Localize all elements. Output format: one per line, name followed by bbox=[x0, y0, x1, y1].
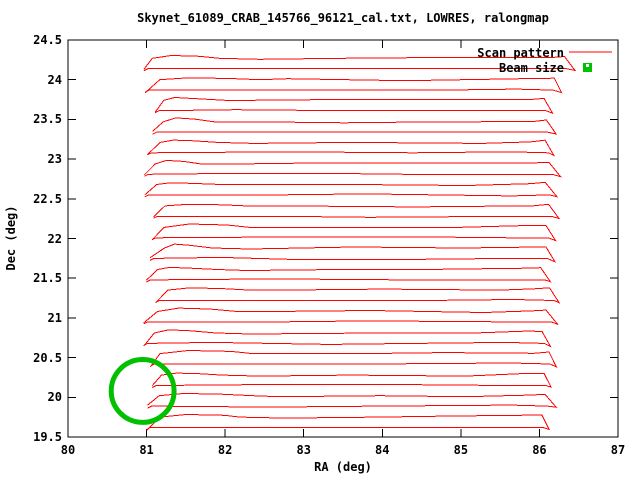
scan-pattern-path bbox=[144, 181, 559, 198]
scan-pattern-path bbox=[147, 392, 558, 409]
scan-pattern-path bbox=[143, 307, 560, 326]
scan-pattern-path bbox=[146, 266, 552, 283]
y-tick-label: 19.5 bbox=[33, 430, 62, 444]
y-tick-label: 21 bbox=[47, 310, 62, 325]
scan-pattern-path bbox=[153, 203, 561, 220]
x-tick-label: 84 bbox=[375, 443, 390, 457]
scan-pattern-path bbox=[149, 243, 557, 263]
y-tick-label: 24.5 bbox=[33, 33, 62, 47]
y-tick-label: 20.5 bbox=[33, 350, 62, 365]
beam-size-circle bbox=[108, 357, 177, 425]
scan-pattern-path bbox=[147, 139, 556, 157]
scan-pattern-path bbox=[152, 117, 558, 135]
x-tick-label: 83 bbox=[296, 443, 311, 457]
scan-pattern-path bbox=[154, 96, 554, 115]
y-tick-label: 24 bbox=[47, 72, 62, 87]
y-tick-label: 20 bbox=[47, 390, 62, 405]
x-tick-label: 80 bbox=[60, 443, 76, 457]
scan-pattern-path bbox=[146, 413, 551, 431]
y-tick-label: 23 bbox=[47, 152, 62, 167]
scan-pattern-path bbox=[155, 287, 561, 304]
scan-pattern-path bbox=[144, 77, 563, 94]
scan-pattern-path bbox=[143, 329, 552, 348]
scan-pattern-path bbox=[149, 349, 558, 368]
x-tick-label: 85 bbox=[453, 443, 469, 457]
y-tick-label: 22 bbox=[47, 231, 62, 246]
x-tick-label: 81 bbox=[139, 443, 154, 457]
x-tick-label: 87 bbox=[610, 443, 626, 457]
y-tick-label: 22.5 bbox=[33, 191, 62, 206]
scan-pattern-path bbox=[151, 223, 557, 242]
legend-beam-marker-notch bbox=[586, 64, 589, 67]
scan-pattern-path bbox=[143, 159, 562, 178]
legend-scan-pattern-label: Scan pattern bbox=[477, 46, 564, 60]
legend-beam-size-label: Beam size bbox=[498, 61, 564, 75]
x-tick-label: 82 bbox=[217, 443, 233, 457]
y-tick-label: 23.5 bbox=[33, 112, 62, 127]
x-tick-label: 86 bbox=[532, 443, 547, 457]
y-tick-label: 21.5 bbox=[33, 271, 62, 286]
chart-canvas: Skynet_61089_CRAB_145766_96121_cal.txt, … bbox=[0, 0, 640, 480]
scan-pattern-path bbox=[151, 372, 553, 388]
